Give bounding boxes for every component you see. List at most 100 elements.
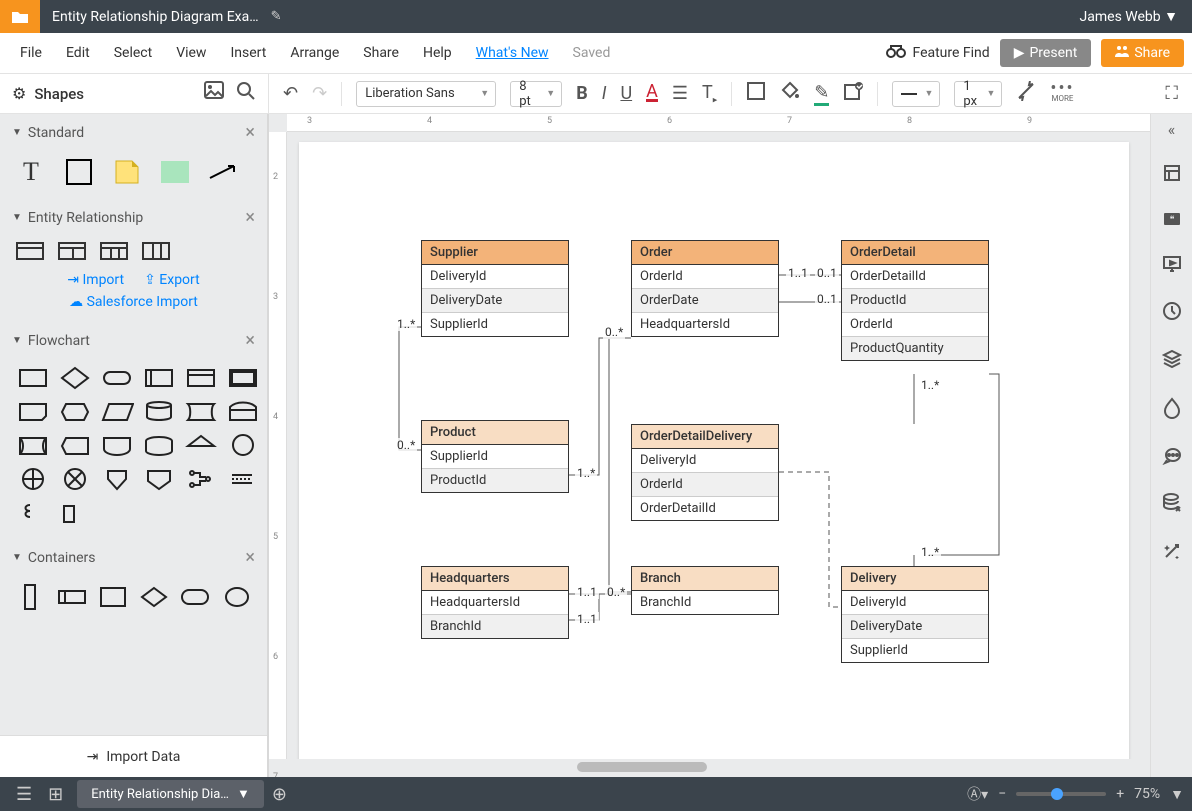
entity-row[interactable]: HeadquartersId	[422, 591, 568, 615]
align-icon[interactable]: ☰	[672, 83, 688, 104]
document-title[interactable]: Entity Relationship Diagram Exa…	[40, 9, 271, 25]
panel-present-icon[interactable]	[1162, 255, 1182, 277]
entity-row[interactable]: OrderDetailId	[632, 497, 778, 520]
flowchart-shape[interactable]	[142, 433, 176, 459]
entity-row[interactable]: DeliveryDate	[422, 289, 568, 313]
more-button[interactable]: •••MORE	[1050, 84, 1074, 103]
menu-select[interactable]: Select	[102, 39, 164, 67]
flowchart-shape[interactable]	[226, 467, 260, 493]
entity-supplier[interactable]: SupplierDeliveryIdDeliveryDateSupplierId	[421, 240, 569, 337]
underline-icon[interactable]: U	[620, 83, 632, 104]
pencil-icon[interactable]: ✎	[271, 9, 282, 24]
er-shape-3[interactable]	[100, 242, 128, 260]
close-icon[interactable]: ×	[245, 547, 255, 568]
flowchart-shape[interactable]	[226, 399, 260, 425]
zoom-slider[interactable]	[1016, 792, 1106, 796]
close-icon[interactable]: ×	[245, 122, 255, 143]
italic-icon[interactable]: I	[602, 83, 607, 104]
container-shape[interactable]	[180, 582, 210, 612]
font-size-select[interactable]: 8 pt	[510, 81, 562, 107]
zoom-value[interactable]: 75%	[1134, 786, 1160, 802]
flowchart-shape[interactable]	[184, 365, 218, 391]
text-shape[interactable]: T	[16, 157, 46, 187]
entity-row[interactable]: DeliveryDate	[842, 615, 988, 639]
flowchart-shape[interactable]	[100, 433, 134, 459]
flowchart-shape[interactable]	[58, 501, 92, 527]
rect-shape[interactable]	[64, 157, 94, 187]
container-shape[interactable]	[99, 582, 128, 612]
flowchart-shape[interactable]	[142, 399, 176, 425]
entity-row[interactable]: DeliveryId	[632, 449, 778, 473]
entity-row[interactable]: HeadquartersId	[632, 313, 778, 336]
shape-options-icon[interactable]	[843, 81, 863, 106]
menu-file[interactable]: File	[8, 39, 54, 67]
er-shape-4[interactable]	[142, 242, 170, 260]
text-color-icon[interactable]: A	[646, 85, 658, 102]
er-shape-2[interactable]	[58, 242, 86, 260]
flowchart-shape[interactable]	[16, 501, 50, 527]
flowchart-shape[interactable]	[142, 467, 176, 493]
fullscreen-icon[interactable]: ⛶	[1165, 83, 1178, 104]
import-link[interactable]: ⇥ Import	[67, 272, 124, 288]
er-shape-1[interactable]	[16, 242, 44, 260]
flowchart-shape[interactable]	[226, 365, 260, 391]
container-shape[interactable]	[16, 582, 45, 612]
zoom-in-icon[interactable]: +	[1116, 786, 1124, 802]
panel-chat-icon[interactable]	[1162, 447, 1182, 469]
entity-row[interactable]: OrderDetailId	[842, 265, 988, 289]
shape-format-icon[interactable]	[746, 81, 766, 106]
entity-headquarters[interactable]: HeadquartersHeadquartersIdBranchId	[421, 566, 569, 639]
container-shape[interactable]	[57, 582, 87, 612]
menu-share[interactable]: Share	[351, 39, 411, 67]
folder-icon[interactable]	[0, 0, 40, 33]
entity-row[interactable]: OrderId	[632, 265, 778, 289]
menu-arrange[interactable]: Arrange	[278, 39, 351, 67]
panel-context-icon[interactable]	[1162, 163, 1182, 187]
import-data-button[interactable]: ⇥ Import Data	[0, 735, 267, 777]
flowchart-shape[interactable]	[226, 433, 260, 459]
flowchart-shape[interactable]	[16, 433, 50, 459]
canvas[interactable]: SupplierDeliveryIdDeliveryDateSupplierId…	[287, 132, 1150, 759]
panel-theme-icon[interactable]	[1163, 397, 1181, 423]
close-icon[interactable]: ×	[245, 207, 255, 228]
font-select[interactable]: Liberation Sans	[356, 81, 496, 107]
bold-icon[interactable]: B	[576, 83, 588, 104]
flowchart-shape[interactable]	[58, 399, 92, 425]
autosave-icon[interactable]: Ⓐ▾	[967, 784, 988, 804]
entity-row[interactable]: OrderId	[632, 473, 778, 497]
entity-order[interactable]: OrderOrderIdOrderDateHeadquartersId	[631, 240, 779, 337]
user-menu[interactable]: James Webb ▼	[1066, 8, 1192, 25]
grid-view-icon[interactable]: ⊞	[40, 784, 71, 805]
section-containers[interactable]: ▼Containers×	[0, 539, 267, 576]
block-shape[interactable]	[160, 157, 190, 187]
menu-view[interactable]: View	[164, 39, 218, 67]
menu-insert[interactable]: Insert	[218, 39, 278, 67]
line-width-select[interactable]: 1 px	[954, 81, 1002, 107]
add-page-icon[interactable]: ⊕	[264, 784, 295, 805]
search-icon[interactable]	[236, 81, 256, 106]
feature-find[interactable]: Feature Find	[886, 44, 989, 62]
flowchart-shape[interactable]	[100, 365, 134, 391]
salesforce-import-link[interactable]: ☁ Salesforce Import	[69, 294, 198, 310]
page-tab[interactable]: Entity Relationship Dia… ▼	[77, 780, 264, 808]
entity-row[interactable]: SupplierId	[422, 313, 568, 336]
container-shape[interactable]	[140, 582, 169, 612]
container-shape[interactable]	[222, 582, 251, 612]
redo-icon[interactable]: ↷	[312, 83, 327, 104]
section-flowchart[interactable]: ▼Flowchart×	[0, 322, 267, 359]
fill-icon[interactable]	[780, 81, 800, 106]
panel-data-icon[interactable]	[1162, 493, 1182, 517]
export-link[interactable]: ⇪ Export	[144, 272, 200, 288]
entity-row[interactable]: BranchId	[422, 615, 568, 638]
zoom-out-icon[interactable]: −	[998, 786, 1006, 802]
menu-edit[interactable]: Edit	[54, 39, 102, 67]
entity-row[interactable]: DeliveryId	[422, 265, 568, 289]
present-button[interactable]: ▶ Present	[1000, 39, 1092, 67]
section-standard[interactable]: ▼Standard×	[0, 114, 267, 151]
flowchart-shape[interactable]	[16, 365, 50, 391]
entity-row[interactable]: DeliveryId	[842, 591, 988, 615]
flowchart-shape[interactable]	[58, 433, 92, 459]
list-view-icon[interactable]: ☰	[8, 784, 40, 805]
horizontal-scrollbar[interactable]	[287, 759, 1150, 777]
flowchart-shape[interactable]	[16, 399, 50, 425]
